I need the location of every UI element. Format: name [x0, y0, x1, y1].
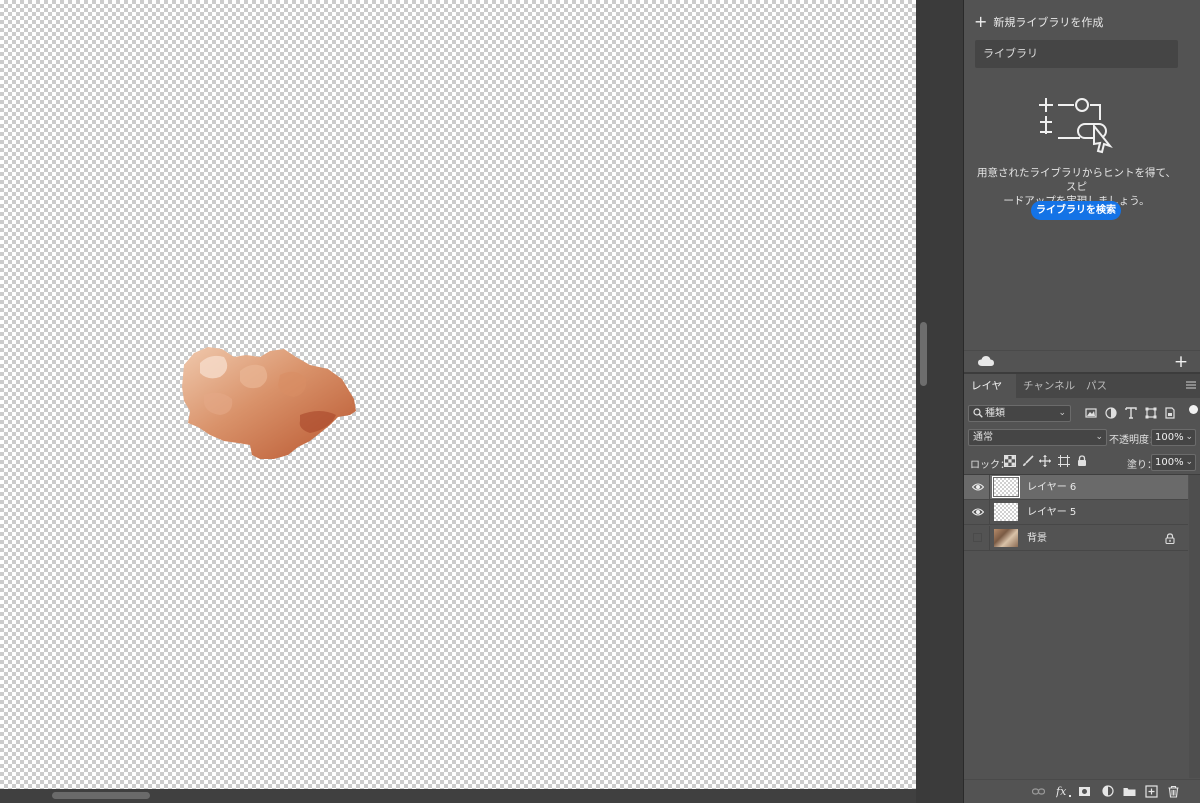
panel-dock-gutter — [930, 0, 964, 803]
lock-all-icon[interactable] — [1076, 455, 1088, 467]
chevron-down-icon: ⌄ — [1185, 457, 1193, 467]
link-layers-icon[interactable] — [1032, 785, 1045, 798]
smart-object-filter-icon[interactable] — [1163, 406, 1177, 420]
lock-icon — [1165, 533, 1175, 544]
cloud-icon[interactable] — [978, 355, 994, 367]
library-illustration-icon — [1039, 98, 1113, 154]
layer-name[interactable]: 背景 — [1027, 526, 1047, 551]
type-filter-icon[interactable] — [1124, 406, 1138, 420]
create-library-button[interactable]: + 新規ライブラリを作成 — [974, 14, 1103, 30]
lock-image-pixels-icon[interactable] — [1022, 455, 1034, 467]
document-canvas[interactable] — [0, 0, 916, 789]
lock-artboard-icon[interactable] — [1058, 455, 1070, 467]
layer-name[interactable]: レイヤー 5 — [1027, 500, 1076, 525]
adjustment-filter-icon[interactable] — [1104, 406, 1118, 420]
layer-row-divider — [989, 475, 990, 500]
layer-filter-kind-select[interactable]: 種類 ⌄ — [968, 405, 1071, 422]
lock-transparent-pixels-icon[interactable] — [1004, 455, 1016, 467]
chevron-down-icon: ⌄ — [1095, 432, 1103, 442]
filter-toggle-switch[interactable] — [1189, 405, 1198, 414]
layer-thumbnail — [992, 476, 1020, 498]
tab-paths[interactable]: パス — [1079, 374, 1114, 398]
filter-kind-value: 種類 — [985, 408, 1005, 419]
pixel-filter-icon[interactable] — [1084, 406, 1098, 420]
canvas-cutout-image — [180, 345, 360, 463]
search-icon — [973, 408, 983, 418]
blend-mode-select[interactable]: 通常 ⌄ — [968, 429, 1107, 446]
vertical-scroll-thumb[interactable] — [920, 322, 927, 386]
new-layer-icon[interactable] — [1145, 785, 1158, 798]
fill-value: 100% — [1155, 457, 1184, 468]
tab-channels[interactable]: チャンネル — [1016, 374, 1082, 398]
shape-filter-icon[interactable] — [1144, 406, 1158, 420]
fx-icon[interactable]: fx — [1056, 785, 1072, 798]
library-footer-divider — [964, 350, 1200, 351]
layer-name[interactable]: レイヤー 6 — [1027, 475, 1076, 500]
add-content-icon[interactable]: + — [1173, 354, 1189, 371]
adjustment-layer-icon[interactable] — [1102, 785, 1115, 798]
eye-icon[interactable] — [972, 482, 984, 492]
svg-text:fx: fx — [1056, 785, 1067, 798]
opacity-field[interactable]: 100% ⌄ — [1151, 429, 1196, 446]
layer-row-divider — [989, 500, 990, 525]
tab-layers[interactable]: レイヤー — [964, 374, 1016, 416]
blend-mode-value: 通常 — [973, 432, 993, 443]
layers-scrollbar[interactable] — [1189, 475, 1200, 778]
layer-row[interactable]: 背景 — [964, 526, 1188, 551]
horizontal-scroll-thumb[interactable] — [52, 792, 150, 799]
visibility-toggle-box[interactable] — [973, 533, 982, 542]
panel-menu-icon[interactable] — [1186, 380, 1196, 390]
chevron-down-icon: ⌄ — [1185, 432, 1193, 442]
layer-thumbnail — [994, 529, 1018, 547]
layer-row[interactable]: レイヤー 6 — [964, 475, 1188, 500]
search-library-button[interactable]: ライブラリを検索 — [1031, 201, 1121, 220]
library-hint-line1: 用意されたライブラリからヒントを得て、スピ — [977, 167, 1176, 193]
library-select[interactable]: ライブラリ — [975, 40, 1178, 68]
layer-thumbnail — [994, 503, 1018, 521]
eye-icon[interactable] — [972, 507, 984, 517]
add-mask-icon[interactable] — [1078, 785, 1091, 798]
delete-icon[interactable] — [1167, 785, 1180, 798]
new-group-icon[interactable] — [1123, 785, 1136, 798]
lock-position-icon[interactable] — [1039, 455, 1051, 467]
chevron-down-icon: ⌄ — [1058, 408, 1066, 418]
fill-field[interactable]: 100% ⌄ — [1151, 454, 1196, 471]
create-library-label: 新規ライブラリを作成 — [993, 16, 1104, 29]
opacity-value: 100% — [1155, 432, 1184, 443]
canvas-vertical-scrollbar[interactable] — [916, 0, 930, 803]
layer-row-divider — [989, 526, 990, 551]
layer-row[interactable]: レイヤー 5 — [964, 500, 1188, 525]
plus-icon: + — [974, 12, 988, 31]
